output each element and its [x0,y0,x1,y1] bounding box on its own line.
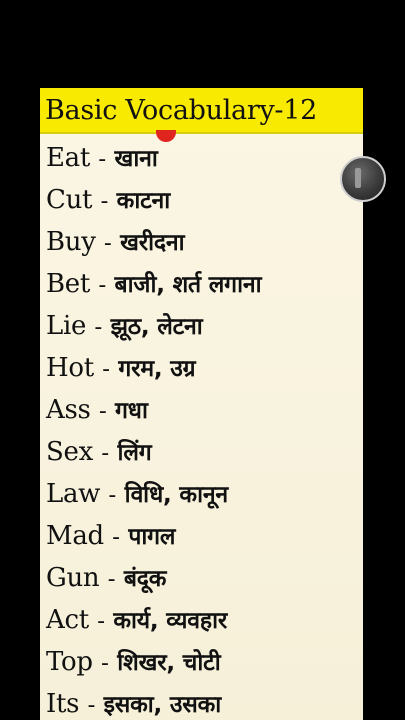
word-separator: - [103,231,112,256]
word-separator: - [94,315,103,340]
english-word: Act [46,605,89,635]
word-separator: - [98,273,107,298]
english-word: Buy [46,227,96,257]
hindi-meaning: गरम, उग्र [118,356,196,382]
word-separator: - [97,609,106,634]
list-item: Gun - बंदूक [46,557,366,599]
hindi-meaning: काटना [116,188,171,214]
english-word: Gun [46,563,100,593]
list-item: Buy - खरीदना [46,221,366,263]
hindi-meaning: शिखर, चोटी [117,650,221,676]
list-item: Ass - गधा [46,389,366,431]
word-separator: - [98,399,107,424]
list-item: Lie - झूठ, लेटना [46,305,366,347]
hindi-meaning: विधि, कानून [124,482,229,508]
english-word: Top [46,647,93,677]
word-separator: - [98,147,107,172]
word-separator: - [107,567,116,592]
word-separator: - [100,189,109,214]
hindi-meaning: पागल [128,524,176,550]
list-item: Mad - पागल [46,515,366,557]
english-word: Its [46,689,80,719]
hindi-meaning: झूठ, लेटना [110,314,203,340]
english-word: Sex [46,437,93,467]
hindi-meaning: खाना [114,146,158,172]
title-bar: Basic Vocabulary-12 [40,88,363,134]
word-separator: - [102,357,111,382]
list-item: Act - कार्य, व्यवहार [46,599,366,641]
list-item: Cut - काटना [46,179,366,221]
hindi-meaning: बाजी, शर्त लगाना [114,272,262,298]
hindi-meaning: खरीदना [120,230,185,256]
list-item: Top - शिखर, चोटी [46,641,366,683]
english-word: Hot [46,353,94,383]
hindi-meaning: बंदूक [123,566,167,592]
hindi-meaning: गधा [115,398,148,424]
word-separator: - [112,525,121,550]
english-word: Eat [46,143,91,173]
list-item: Hot - गरम, उग्र [46,347,366,389]
english-word: Cut [46,185,93,215]
list-item: Eat - खाना [46,137,366,179]
list-item: Bet - बाजी, शर्त लगाना [46,263,366,305]
word-separator: - [87,693,96,718]
english-word: Ass [46,395,91,425]
english-word: Law [46,479,101,509]
hindi-meaning: लिंग [117,440,152,466]
video-frame: Basic Vocabulary-12 Eat - खाना Cut - काटन… [0,0,405,720]
word-separator: - [101,651,109,676]
word-separator: - [101,441,110,466]
list-item: Its - इसका, उसका [46,683,366,720]
hindi-meaning: इसका, उसका [103,692,222,718]
page-title: Basic Vocabulary-12 [45,95,317,126]
word-list: Eat - खाना Cut - काटना Buy - खरीदना Bet - ब… [46,137,366,720]
english-word: Lie [46,311,87,341]
hindi-meaning: कार्य, व्यवहार [113,608,228,634]
word-separator: - [108,483,117,508]
list-item: Law - विधि, कानून [46,473,366,515]
english-word: Bet [46,269,91,299]
list-item: Sex - लिंग [46,431,366,473]
english-word: Mad [46,521,104,551]
